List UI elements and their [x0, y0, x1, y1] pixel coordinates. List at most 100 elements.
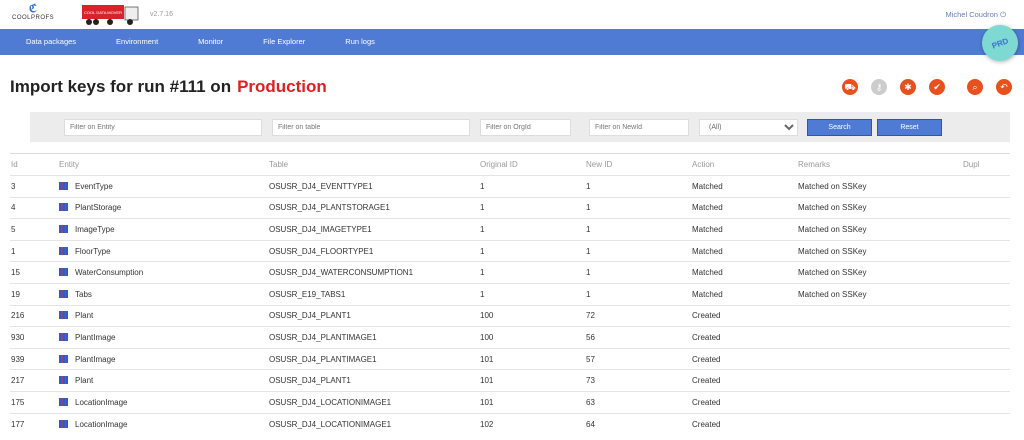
nav-file-explorer[interactable]: File Explorer	[263, 29, 305, 55]
user-menu[interactable]: Michel Coudron ⏻	[945, 10, 1006, 20]
cell: Matched	[691, 196, 797, 219]
cell: Matched	[691, 282, 797, 306]
column-header[interactable]: Original ID	[479, 153, 585, 176]
page-title: Import keys for run #111 on Production	[10, 77, 327, 97]
cool-data-mover-logo[interactable]: COOL DATA MOVER	[82, 4, 140, 26]
coolprofs-logo[interactable]: ℭ COOLPROFS	[12, 4, 54, 22]
cell-text: 57	[586, 354, 595, 364]
power-icon[interactable]: ⏻	[1000, 10, 1006, 19]
cell-text: Matched	[692, 268, 723, 278]
column-header[interactable]: New ID	[585, 153, 691, 176]
table-row[interactable]: 216 Plant OSUSR_DJ4_PLANT1 100 72 Created	[10, 304, 1010, 327]
truck-icon[interactable]: ⛟	[842, 79, 858, 95]
nav-run-logs[interactable]: Run logs	[345, 29, 375, 55]
table-row[interactable]: 1 FloorType OSUSR_DJ4_FLOORTYPE1 1 1 Matched M…	[10, 239, 1010, 262]
entity-icon	[59, 397, 68, 406]
entity-icon	[59, 354, 68, 363]
cell-text: WaterConsumption	[75, 268, 144, 278]
cell: 1	[585, 239, 691, 262]
cell: 100	[479, 326, 585, 349]
top-bar: ℭ COOLPROFS COOL DATA MOVER v2.7.16 Miche…	[0, 0, 1024, 28]
cell-text: 19	[11, 289, 20, 299]
cell: OSUSR_DJ4_PLANTIMAGE1	[268, 326, 479, 349]
table-row[interactable]: 217 Plant OSUSR_DJ4_PLANT1 101 73 Created	[10, 369, 1010, 392]
cell-text: PlantImage	[75, 332, 116, 342]
table-row[interactable]: 177 LocationImage OSUSR_DJ4_LOCATIONIMAGE1…	[10, 412, 1010, 435]
cell-text: Matched	[692, 203, 723, 213]
nav-data-packages[interactable]: Data packages	[26, 29, 76, 55]
cell: 3	[10, 175, 58, 198]
undo-icon[interactable]: ↶	[996, 79, 1012, 95]
cell-text: Matched on SSKey	[798, 203, 867, 213]
cell-text: Matched on SSKey	[798, 224, 867, 234]
cell-text: 1	[586, 203, 591, 213]
cell	[962, 304, 1010, 327]
cell-text: OSUSR_DJ4_PLANTIMAGE1	[269, 354, 377, 364]
entity-icon	[59, 332, 68, 341]
cell: 100	[479, 304, 585, 327]
cell: OSUSR_DJ4_PLANTIMAGE1	[268, 347, 479, 370]
check-icon[interactable]: ✔	[929, 79, 945, 95]
filter-bar: (All) Search Reset	[30, 112, 1010, 142]
table-row[interactable]: 19 Tabs OSUSR_E19_TABS1 1 1 Matched Matched on…	[10, 282, 1010, 306]
table-row[interactable]: 4 PlantStorage OSUSR_DJ4_PLANTSTORAGE1 1 1 Ma…	[10, 196, 1010, 219]
cell-text: Tabs	[75, 289, 92, 299]
cell-text: LocationImage	[75, 397, 128, 407]
cell: Created	[691, 412, 797, 435]
key-icon[interactable]: ⚷	[871, 79, 887, 95]
bug-icon[interactable]: ✱	[900, 79, 916, 95]
cell: 177	[10, 412, 58, 435]
cell: Plant	[58, 369, 268, 392]
entity-icon	[59, 376, 68, 385]
cell: 1	[585, 175, 691, 198]
reset-button[interactable]: Reset	[877, 119, 942, 136]
column-header[interactable]: Action	[691, 153, 797, 176]
version-label: v2.7.16	[150, 11, 173, 18]
cell: WaterConsumption	[58, 261, 268, 284]
table-row[interactable]: 175 LocationImage OSUSR_DJ4_LOCATIONIMAGE1…	[10, 390, 1010, 414]
cell: Matched on SSKey	[797, 261, 962, 284]
table-row[interactable]: 930 PlantImage OSUSR_DJ4_PLANTIMAGE1 100 56 C…	[10, 326, 1010, 349]
orgid-filter-input[interactable]	[480, 119, 571, 136]
cell: Matched on SSKey	[797, 239, 962, 262]
cell: PlantStorage	[58, 196, 268, 219]
cell-text: 5	[11, 224, 16, 234]
table-row[interactable]: 3 EventType OSUSR_DJ4_EVENTTYPE1 1 1 Matched M…	[10, 175, 1010, 198]
column-header[interactable]: Dupl	[962, 153, 1010, 176]
cell	[797, 390, 962, 414]
cell-text: 72	[586, 311, 595, 321]
cell-text: 175	[11, 397, 25, 407]
search-icon[interactable]: ⌕	[967, 79, 983, 95]
cell-text: 3	[11, 181, 16, 191]
cell: Matched on SSKey	[797, 282, 962, 306]
entity-filter-input[interactable]	[64, 119, 262, 136]
entity-icon	[59, 289, 68, 298]
column-header[interactable]: Table	[268, 153, 479, 176]
action-filter-select[interactable]: (All)	[699, 119, 798, 136]
table-row[interactable]: 5 ImageType OSUSR_DJ4_IMAGETYPE1 1 1 Matched M…	[10, 218, 1010, 241]
column-header[interactable]: Id	[10, 153, 58, 176]
cell-text: Matched on SSKey	[798, 289, 867, 299]
search-button[interactable]: Search	[807, 119, 872, 136]
column-header[interactable]: Entity	[58, 153, 268, 176]
cell-text: 1	[480, 246, 485, 256]
cell: Matched on SSKey	[797, 218, 962, 241]
cell: 73	[585, 369, 691, 392]
cell-text: OSUSR_E19_TABS1	[269, 289, 346, 299]
nav-environment[interactable]: Environment	[116, 29, 158, 55]
cell-text: 1	[11, 246, 16, 256]
table-row[interactable]: 939 PlantImage OSUSR_DJ4_PLANTIMAGE1 101 57 C…	[10, 347, 1010, 370]
column-header[interactable]: Remarks	[797, 153, 962, 176]
cell	[962, 369, 1010, 392]
cell-text: OSUSR_DJ4_PLANTIMAGE1	[269, 332, 377, 342]
nav-monitor[interactable]: Monitor	[198, 29, 223, 55]
cell: 1	[479, 218, 585, 241]
main-nav: Data packages Environment Monitor File E…	[0, 29, 1024, 55]
cell: 1	[585, 282, 691, 306]
newid-filter-input[interactable]	[589, 119, 689, 136]
environment-name: Production	[237, 77, 327, 96]
table-row[interactable]: 15 WaterConsumption OSUSR_DJ4_WATERCONSUMP…	[10, 261, 1010, 284]
table-filter-input[interactable]	[272, 119, 470, 136]
cell-text: OSUSR_DJ4_IMAGETYPE1	[269, 224, 372, 234]
cell: 1	[585, 218, 691, 241]
